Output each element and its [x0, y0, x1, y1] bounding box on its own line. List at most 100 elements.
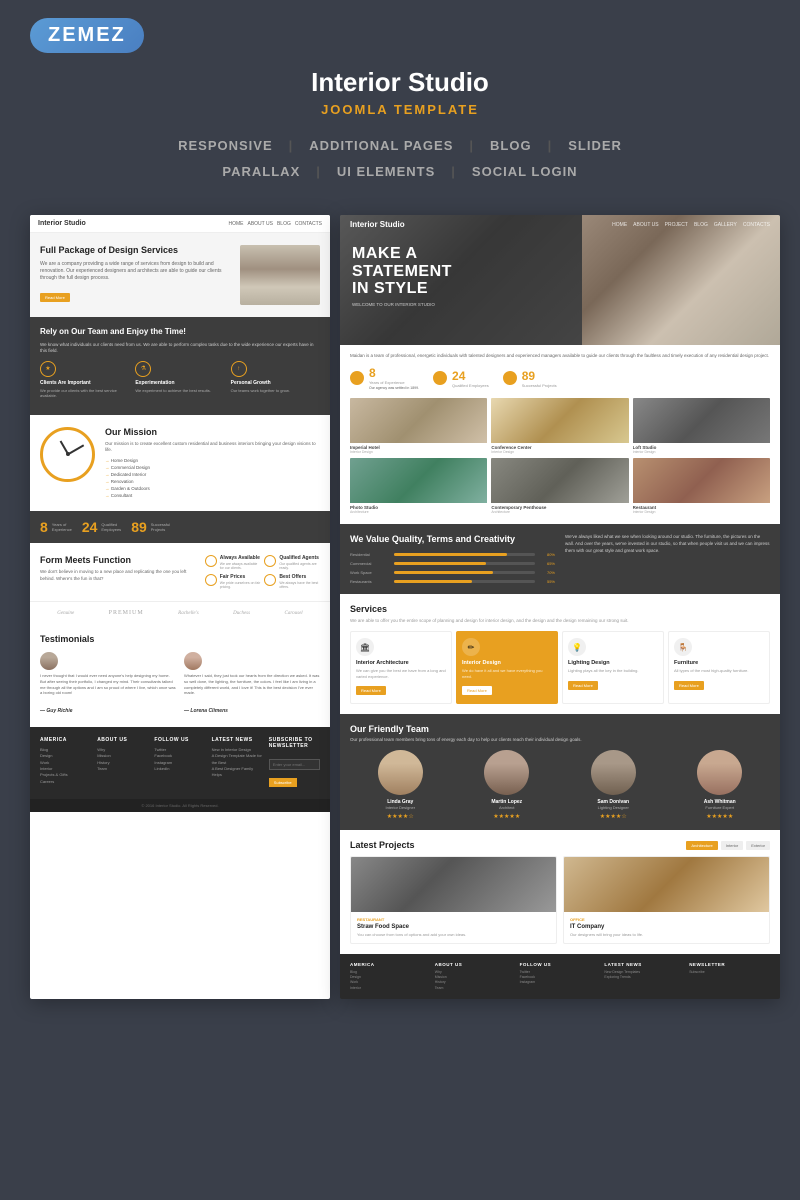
feature-slider: SLIDER: [568, 133, 622, 159]
quality-right: We've always liked what we see when look…: [565, 534, 770, 584]
services-desc: We are able to offer you the entire scop…: [350, 618, 770, 623]
team-linda: Linda Gray Interior Designer ★★★★☆: [350, 750, 451, 820]
left-nav: Interior Studio HOME ABOUT US BLOG CONTA…: [30, 215, 330, 233]
team-grid: Linda Gray Interior Designer ★★★★☆ Marti…: [350, 750, 770, 820]
left-footer: AMERICA Blog Design Work Interior Projec…: [30, 727, 330, 799]
footer-link-team[interactable]: Team: [97, 766, 148, 772]
brand-carousel: Carousel: [285, 611, 303, 616]
portfolio-imperial[interactable]: Imperial Hotel Interior Design: [350, 398, 487, 454]
portfolio-desc-loft: Interior Design: [633, 450, 770, 454]
ash-role: Furniture Expert: [670, 805, 771, 810]
left-hero: Full Package of Design Services We are a…: [30, 233, 330, 317]
project-office[interactable]: Office IT Company Our designers will bri…: [563, 856, 770, 944]
furniture-btn[interactable]: Read More: [674, 681, 704, 690]
tab-architecture[interactable]: Architecture: [686, 841, 717, 850]
portfolio-img-penthouse: [491, 458, 628, 503]
offers-desc: We always have the best offers.: [279, 581, 320, 589]
rnav-about[interactable]: ABOUT US: [633, 222, 658, 228]
project-restaurant-desc: You can choose from tons of options and …: [357, 932, 550, 938]
hero-cta-btn[interactable]: Read More: [40, 293, 70, 302]
rfc-subscribe[interactable]: Subscribe: [689, 970, 770, 975]
features-row: ★ Clients Are Important We provide our c…: [40, 361, 320, 405]
right-stat-years-info: 8 Years of ExperienceOur agency was sett…: [369, 366, 419, 391]
portfolio-desc-conference: Interior Design: [491, 450, 628, 454]
service-design: ✏ Interior Design We do have it all and …: [456, 631, 558, 704]
quality-left: We Value Quality, Terms and Creativity R…: [350, 534, 555, 584]
project-office-desc: Our designers will bring your ideas to l…: [570, 932, 763, 938]
project-office-img: [564, 857, 769, 912]
portfolio-conference[interactable]: Conference Center Interior Design: [491, 398, 628, 454]
portfolio-loft[interactable]: Loft Studio Interior Design: [633, 398, 770, 454]
portfolio-restaurant[interactable]: Restaurant Interior Design: [633, 458, 770, 514]
rfc-america-title: AMERICA: [350, 962, 431, 967]
dark-section-desc: We know what individuals our clients nee…: [40, 342, 320, 355]
left-hero-title: Full Package of Design Services: [40, 245, 232, 257]
form-feature-prices: Fair Prices We pride ourselves on fair p…: [205, 574, 261, 589]
rnav-blog[interactable]: BLOG: [694, 222, 708, 228]
left-hero-image: [240, 245, 320, 305]
stat-years: 8 Years ofExperience: [40, 519, 72, 535]
project-restaurant[interactable]: Restaurant Straw Food Space You can choo…: [350, 856, 557, 944]
testimonials-row: I never thought that I would ever need a…: [40, 652, 320, 716]
newsletter-input[interactable]: [269, 759, 320, 770]
rfc-interior[interactable]: Interior: [350, 986, 431, 991]
rnav-home[interactable]: HOME: [612, 222, 627, 228]
qualified-desc: Our qualified agents are ready.: [279, 562, 320, 570]
projects-title: Latest Projects: [350, 840, 415, 850]
available-desc: We are always available for our clients.: [220, 562, 261, 570]
right-stat-years: 8 Years of ExperienceOur agency was sett…: [350, 366, 419, 391]
lighting-btn[interactable]: Read More: [568, 681, 598, 690]
prices-desc: We pride ourselves on fair pricing.: [220, 581, 261, 589]
form-left: Form Meets Function We don't believe in …: [40, 555, 197, 589]
sep2: |: [469, 133, 474, 159]
available-title: Always Available: [220, 555, 261, 561]
testimonial-1-text: I never thought that I would ever need a…: [40, 673, 176, 695]
offers-icon: [264, 574, 276, 586]
newsletter-subscribe-btn[interactable]: Subscribe: [269, 778, 297, 787]
design-btn[interactable]: Read More: [462, 686, 492, 695]
clock-icon: [40, 427, 95, 482]
form-feature-offers: Best Offers We always have the best offe…: [264, 574, 320, 589]
mission-item-renovation: Renovation: [105, 478, 320, 485]
bar-residential-track: [394, 553, 535, 556]
footer-link-careers[interactable]: Careers: [40, 779, 91, 785]
project-restaurant-tag: Restaurant: [357, 917, 550, 922]
right-hero-tagline: WELCOME TO OUR INTERIOR STUDIO: [352, 302, 604, 308]
quality-section: We Value Quality, Terms and Creativity R…: [340, 524, 780, 594]
rnav-contacts[interactable]: CONTACTS: [743, 222, 770, 228]
rnav-project[interactable]: PROJECT: [665, 222, 688, 228]
footer-news-2[interactable]: A Design Template Made for the Best: [212, 753, 263, 766]
rfc-team[interactable]: Team: [435, 986, 516, 991]
rfc-news-2[interactable]: Exploring Trends: [604, 975, 685, 980]
rfc-newsletter-title: NEWSLETTER: [689, 962, 770, 967]
architecture-btn[interactable]: Read More: [356, 686, 386, 695]
sep4: |: [316, 159, 321, 185]
right-stat-proj-label: Successful Projects: [522, 383, 557, 388]
tab-exterior[interactable]: Exterior: [746, 841, 770, 850]
furniture-icon: 🪑: [674, 638, 692, 656]
service-furniture: 🪑 Furniture All types of the most high-q…: [668, 631, 770, 704]
rfc-instagram[interactable]: Instagram: [520, 980, 601, 985]
left-copyright: © 2016 Interior Studio. All Rights Reser…: [40, 803, 320, 808]
right-hero-nav: Interior Studio HOME ABOUT US PROJECT BL…: [340, 215, 780, 234]
bar-residential-label: Residential: [350, 552, 390, 557]
rnav-gallery[interactable]: GALLERY: [714, 222, 737, 228]
portfolio-img-photo: [350, 458, 487, 503]
portfolio-penthouse[interactable]: Contemporary Penthouse Architecture: [491, 458, 628, 514]
project-restaurant-info: Restaurant Straw Food Space You can choo…: [351, 912, 556, 943]
mission-item-dedicated: Dedicated Interior: [105, 471, 320, 478]
experiment-icon: ⚗: [135, 361, 151, 377]
stat-years-icon: [350, 371, 364, 385]
team-ash: Ash Whitman Furniture Expert ★★★★★: [670, 750, 771, 820]
team-desc: Our professional team members bring tons…: [350, 737, 770, 742]
tab-interior[interactable]: Interior: [721, 841, 743, 850]
feature-ui: UI ELEMENTS: [337, 159, 435, 185]
team-title: Our Friendly Team: [350, 724, 770, 734]
mission-item-consultant: Consultant: [105, 492, 320, 499]
footer-news-3[interactable]: A Best Designer Family Helps: [212, 766, 263, 779]
portfolio-photo[interactable]: Photo Studio Architecture: [350, 458, 487, 514]
footer-link-linkedin[interactable]: LinkedIn: [154, 766, 205, 772]
logo-text: ZEMEZ: [48, 24, 126, 47]
form-feature-available-text: Always Available We are always available…: [220, 555, 261, 570]
portfolio-grid: Imperial Hotel Interior Design Conferenc…: [340, 398, 780, 524]
